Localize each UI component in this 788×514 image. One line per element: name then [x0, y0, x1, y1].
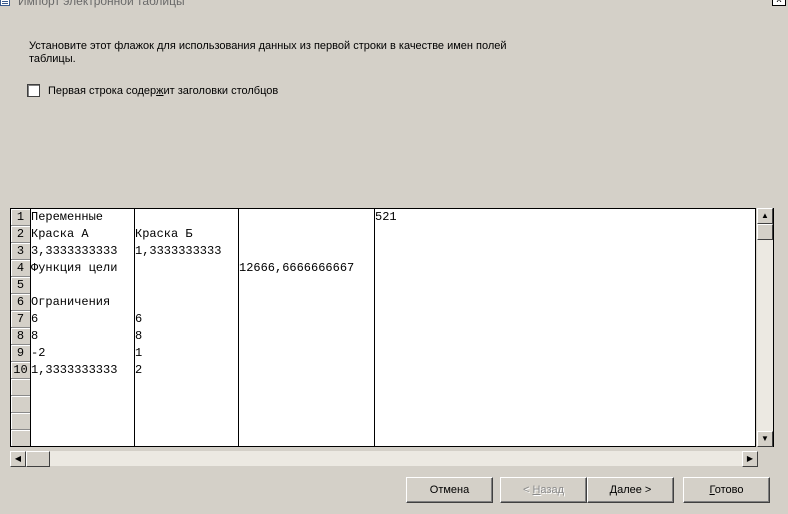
row-number: 1 [11, 209, 30, 226]
grid-cell: Переменные [31, 210, 104, 224]
grid-cell: -2 [31, 346, 46, 360]
row-number [11, 396, 30, 413]
row-number: 8 [11, 328, 30, 345]
row-number [11, 379, 30, 396]
column-3 [239, 209, 375, 446]
grid-cell: 1,3333333333 [135, 244, 222, 258]
left-arrow-icon[interactable]: ◀ [10, 451, 26, 467]
grid-cell: 8 [135, 329, 143, 343]
row-number: 5 [11, 277, 30, 294]
table-icon [0, 0, 10, 6]
row-number: 7 [11, 311, 30, 328]
grid-cell: 8 [31, 329, 39, 343]
next-button[interactable]: Далее > [587, 477, 674, 503]
back-button[interactable]: < Назад [500, 477, 587, 503]
cancel-button[interactable]: Отмена [406, 477, 493, 503]
vertical-scroll-thumb[interactable] [757, 224, 773, 240]
grid-cell: 3,3333333333 [31, 244, 118, 258]
data-preview-grid[interactable]: 1 2 3 4 5 6 7 8 9 10 Переменные 521 Краска А Краска … [10, 208, 756, 447]
horizontal-scrollbar[interactable]: ◀ ▶ [10, 450, 758, 467]
checkbox-label: Первая строка содержит заголовки столбцо… [48, 84, 279, 97]
finish-button[interactable]: Готово [683, 477, 770, 503]
row-number: 6 [11, 294, 30, 311]
row-number-column: 1 2 3 4 5 6 7 8 9 10 [11, 209, 31, 446]
grid-cell: 6 [135, 312, 143, 326]
row-number: 2 [11, 226, 30, 243]
horizontal-scroll-thumb[interactable] [26, 451, 50, 467]
grid-cell: 6 [31, 312, 39, 326]
right-arrow-icon[interactable]: ▶ [742, 451, 758, 467]
row-number [11, 430, 30, 446]
grid-cell: 12666,6666666667 [239, 261, 355, 275]
grid-cell: Краска А [31, 227, 89, 241]
first-row-headers-checkbox[interactable] [27, 84, 40, 97]
row-number: 4 [11, 260, 30, 277]
grid-cell: 2 [135, 363, 143, 377]
grid-cell: Краска Б [135, 227, 193, 241]
close-button[interactable]: x [772, 0, 786, 6]
grid-cell: 521 [375, 210, 397, 224]
row-number: 3 [11, 243, 30, 260]
grid-cell: Ограничения [31, 295, 111, 309]
first-row-headers-option[interactable]: Первая строка содержит заголовки столбцо… [27, 84, 278, 97]
up-arrow-icon[interactable]: ▲ [757, 208, 773, 224]
grid-cell: 1 [135, 346, 143, 360]
grid-cell: 1,3333333333 [31, 363, 118, 377]
window-title: Импорт электронной таблицы [18, 0, 185, 8]
down-arrow-icon[interactable]: ▼ [757, 431, 773, 447]
row-number [11, 413, 30, 430]
title-bar: Импорт электронной таблицы x [0, 0, 788, 10]
row-number: 10 [11, 362, 30, 379]
grid-cell: Функция цели [31, 261, 118, 275]
vertical-scrollbar[interactable]: ▲ ▼ [757, 208, 774, 447]
row-number: 9 [11, 345, 30, 362]
instruction-text: Установите этот флажок для использования… [29, 40, 507, 65]
